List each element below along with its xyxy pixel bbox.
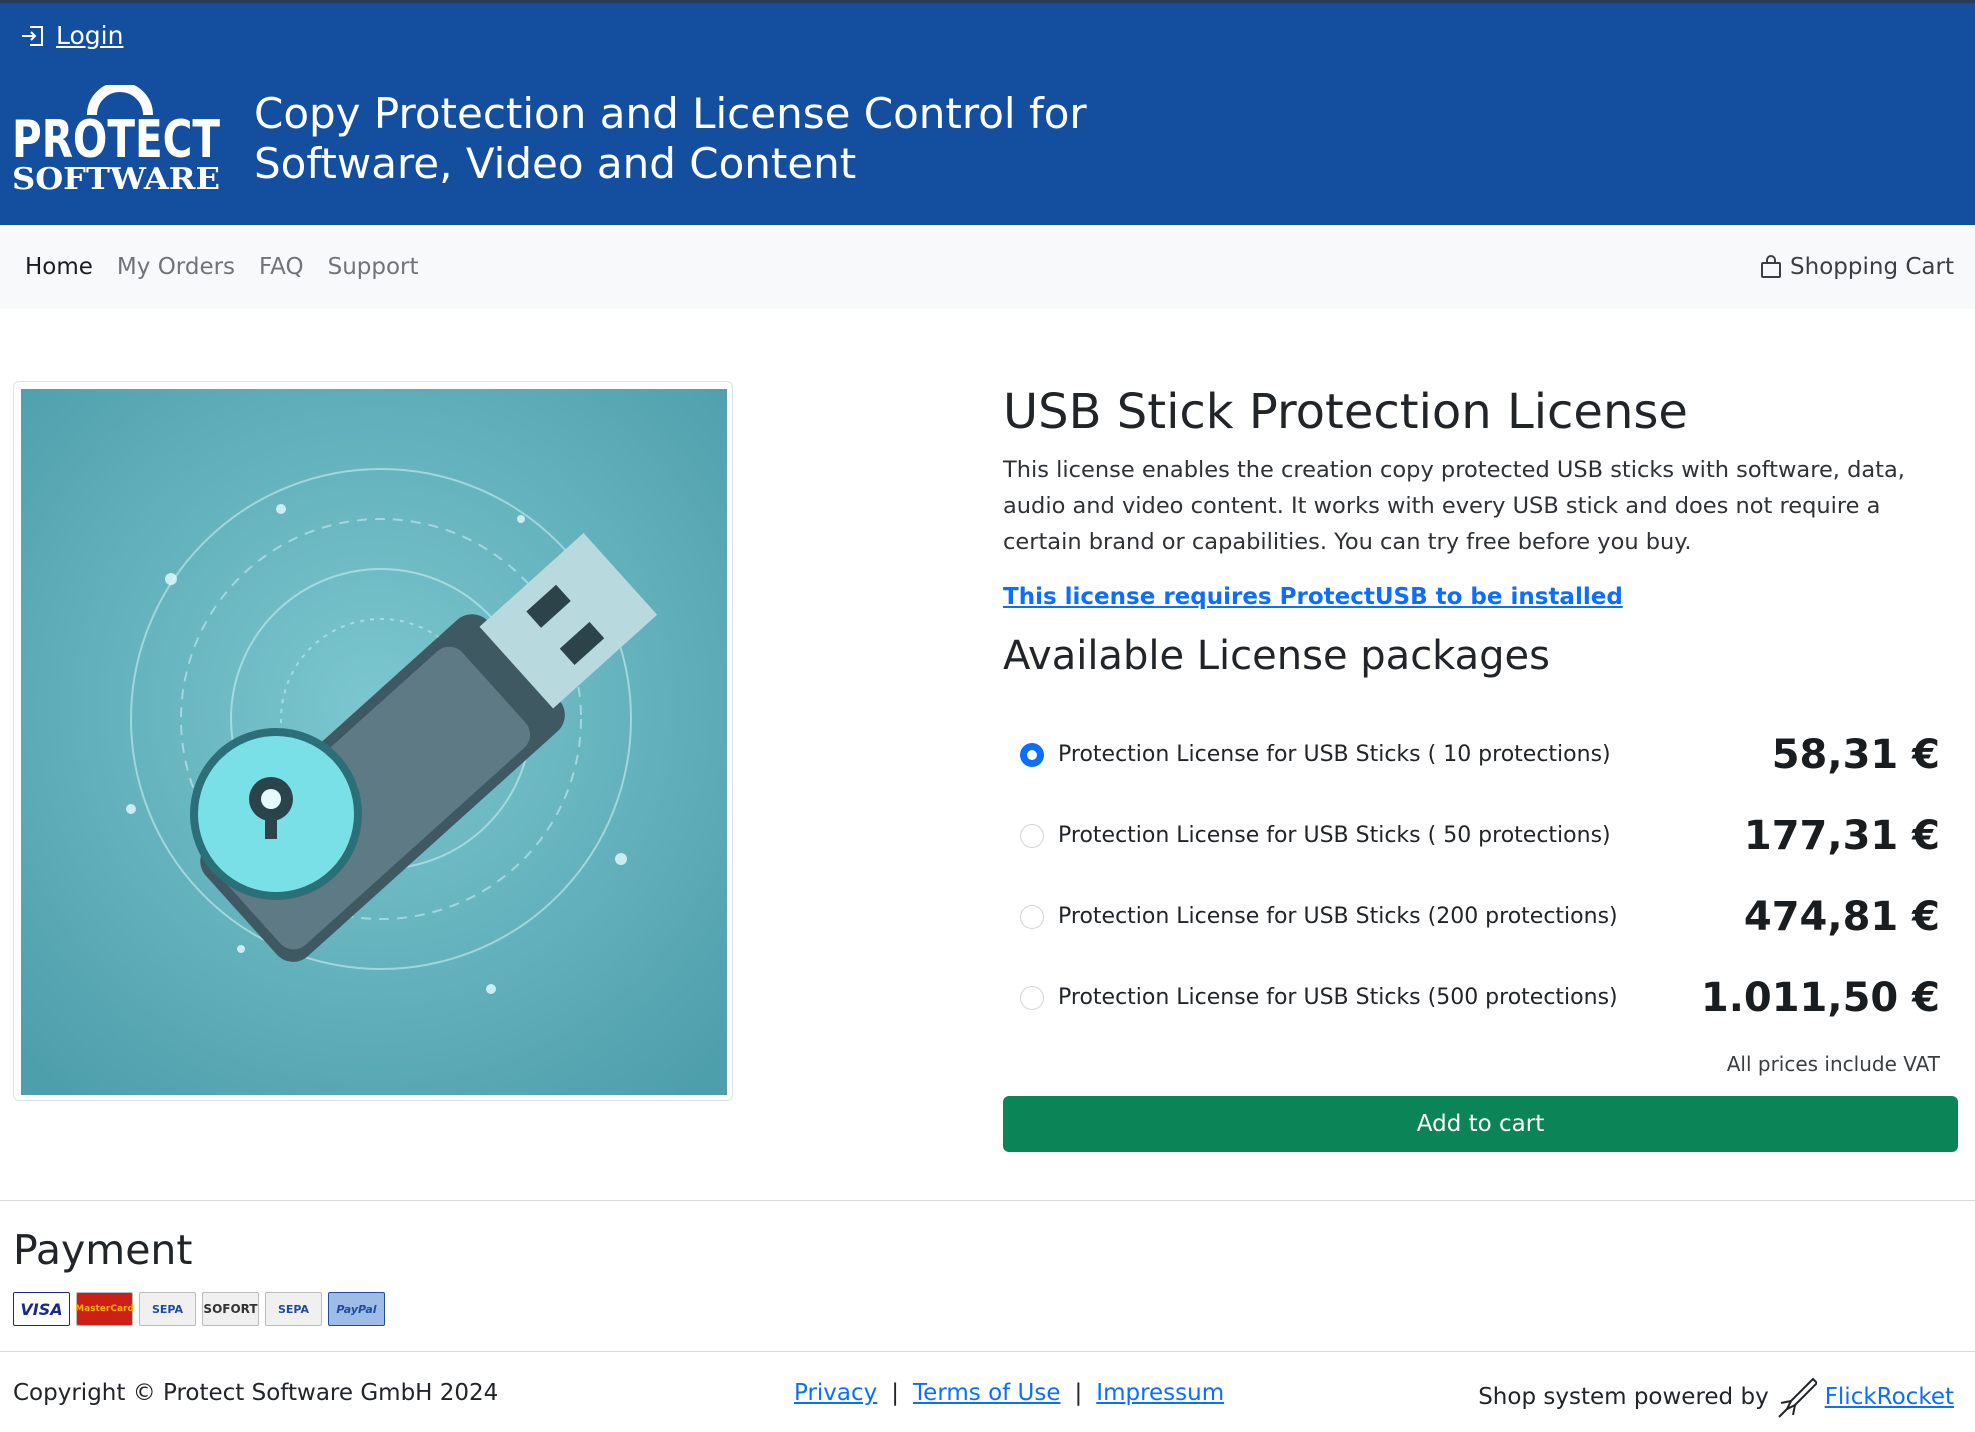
rocket-icon [1777, 1377, 1817, 1418]
site-tagline: Copy Protection and License Control for … [254, 89, 1154, 189]
shopping-cart-label: Shopping Cart [1790, 254, 1954, 280]
nav-home[interactable]: Home [25, 254, 93, 280]
package-label: Protection License for USB Sticks (500 p… [1058, 985, 1618, 1010]
nav-support[interactable]: Support [328, 254, 419, 280]
sofort-icon: SOFORT [202, 1292, 259, 1326]
package-label: Protection License for USB Sticks ( 50 p… [1058, 823, 1611, 848]
nav-links: Home My Orders FAQ Support [25, 225, 419, 309]
copyright-text: Copyright © Protect Software GmbH 2024 [13, 1380, 499, 1406]
package-price: 177,31 € [1743, 812, 1940, 859]
logo-text-software: SOFTWARE [12, 162, 220, 195]
flickrocket-link[interactable]: FlickRocket [1825, 1384, 1954, 1410]
package-label: Protection License for USB Sticks ( 10 p… [1058, 742, 1611, 767]
tagline-line2: Software, Video and Content [254, 139, 857, 188]
add-to-cart-button[interactable]: Add to cart [1003, 1096, 1958, 1152]
usb-stick-lock-illustration [21, 389, 727, 1095]
vat-note: All prices include VAT [1726, 1052, 1940, 1076]
package-price: 1.011,50 € [1700, 974, 1940, 1021]
shopping-bag-icon [1761, 255, 1782, 278]
site-header: Login PROTECT SOFTWARE Copy Protection a… [0, 0, 1975, 225]
section-divider [0, 1200, 1975, 1201]
paypal-icon: PayPal [328, 1292, 385, 1326]
package-radio[interactable] [1020, 904, 1044, 929]
payment-title: Payment [13, 1226, 193, 1274]
impressum-link[interactable]: Impressum [1096, 1380, 1224, 1406]
tagline-line1: Copy Protection and License Control for [254, 89, 1087, 138]
package-option-50[interactable]: Protection License for USB Sticks ( 50 p… [1003, 795, 1958, 876]
main-navbar: Home My Orders FAQ Support Shopping Cart [0, 225, 1975, 309]
login-link[interactable]: Login [20, 21, 123, 50]
link-separator: | [1074, 1380, 1083, 1406]
product-image-frame [13, 381, 733, 1101]
requirement-link[interactable]: This license requires ProtectUSB to be i… [1003, 584, 1623, 610]
mastercard-icon: MasterCard [75, 1292, 134, 1326]
product-info: USB Stick Protection License This licens… [1003, 378, 1958, 684]
terms-link[interactable]: Terms of Use [913, 1380, 1061, 1406]
package-radio[interactable] [1020, 742, 1044, 767]
privacy-link[interactable]: Privacy [794, 1380, 877, 1406]
package-radio[interactable] [1020, 823, 1044, 848]
nav-faq[interactable]: FAQ [259, 254, 304, 280]
nav-my-orders[interactable]: My Orders [117, 254, 235, 280]
sepa-icon: SEPA [265, 1292, 322, 1326]
powered-by-text: Shop system powered by [1478, 1384, 1769, 1410]
powered-by: Shop system powered by FlickRocket [1478, 1375, 1954, 1419]
package-price: 58,31 € [1771, 731, 1940, 778]
payment-methods: VISA MasterCard SEPA SOFORT SEPA PayPal [13, 1292, 385, 1326]
footer-links: Privacy | Terms of Use | Impressum [794, 1380, 1224, 1406]
link-separator: | [891, 1380, 900, 1406]
product-title: USB Stick Protection License [1003, 384, 1688, 440]
shopping-cart-link[interactable]: Shopping Cart [1760, 225, 1954, 309]
logo-text-protect: PROTECT [12, 110, 220, 170]
login-icon [22, 25, 43, 46]
package-radio[interactable] [1020, 985, 1044, 1010]
package-option-200[interactable]: Protection License for USB Sticks (200 p… [1003, 876, 1958, 957]
package-price: 474,81 € [1743, 893, 1940, 940]
package-label: Protection License for USB Sticks (200 p… [1058, 904, 1618, 929]
sepa-icon: SEPA [139, 1292, 196, 1326]
product-description: This license enables the creation copy p… [1003, 457, 1905, 555]
packages-title: Available License packages [1003, 633, 1550, 679]
protect-software-logo[interactable]: PROTECT SOFTWARE [12, 85, 222, 195]
visa-icon: VISA [13, 1292, 70, 1326]
section-divider [0, 1351, 1975, 1352]
package-option-10[interactable]: Protection License for USB Sticks ( 10 p… [1003, 714, 1958, 795]
login-label[interactable]: Login [56, 21, 123, 50]
package-option-500[interactable]: Protection License for USB Sticks (500 p… [1003, 957, 1958, 1038]
